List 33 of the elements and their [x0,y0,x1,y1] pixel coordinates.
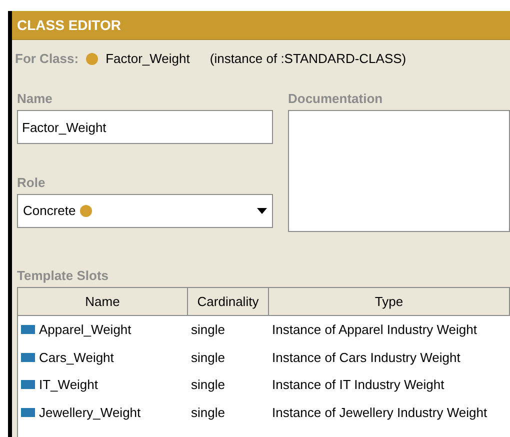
column-header[interactable]: Name [18,288,188,316]
documentation-label: Documentation [288,90,384,108]
slot-icon [21,325,35,334]
editor-title: CLASS EDITOR [17,16,121,34]
table-cell: single [191,322,225,337]
table-cell-text: IT_Weight [39,376,98,394]
class-name: Factor_Weight [106,50,190,68]
slot-icon [21,408,35,417]
slot-icon [21,352,35,362]
table-cell: single [191,350,225,364]
table-cell: single [191,404,225,420]
template-slots-label: Template Slots [16,267,110,286]
slot-icon [21,380,35,390]
name-label: Name [17,90,54,108]
for-class-label: For Class: [15,50,79,68]
class-icon [86,53,98,65]
table-cell-text: Cars_Weight [39,348,114,367]
table-cell: Instance of Cars Industry Weight [272,350,460,364]
dropdown-caret-icon [257,208,267,214]
role-label: Role [17,174,46,192]
documentation-field[interactable] [288,110,510,232]
role-icon [80,205,92,217]
table-cell-text: Jewellery_Weight [39,404,141,422]
table-cell: Instance of Jewellery Industry Weight [272,404,488,420]
table-cell: Instance of IT Industry Weight [272,377,444,392]
instance-of-text: (instance of :STANDARD-CLASS) [210,50,406,68]
table-cell: single [191,377,225,392]
name-field[interactable]: Factor_Weight [17,110,273,144]
column-header[interactable]: Type [269,288,510,316]
table-cell-text: Apparel_Weight [39,321,132,339]
role-dropdown[interactable]: Concrete [17,194,273,228]
column-header[interactable]: Cardinality [188,288,269,316]
table-cell: Instance of Apparel Industry Weight [272,322,477,337]
